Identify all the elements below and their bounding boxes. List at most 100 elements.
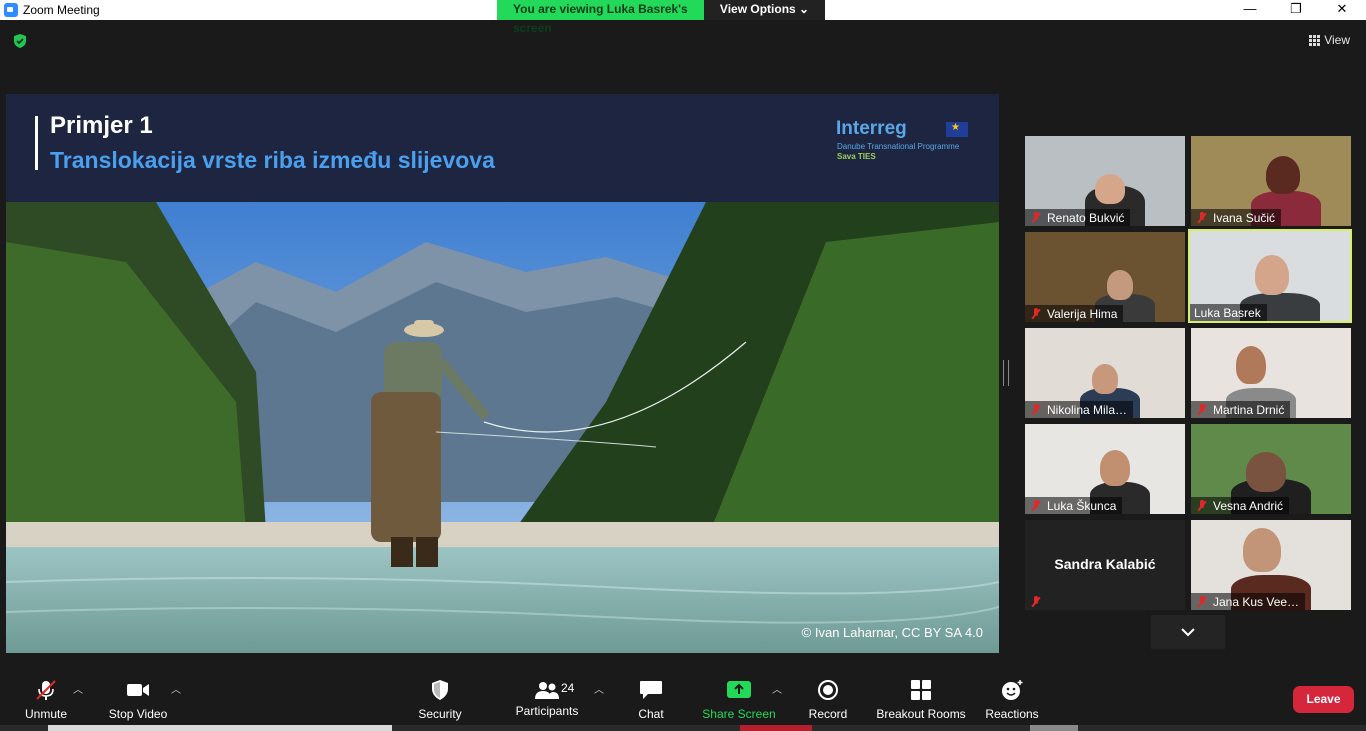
zoom-app-icon	[4, 3, 18, 17]
participant-tile[interactable]: Valerija Hima	[1025, 232, 1185, 322]
window-title-bar: Zoom Meeting You are viewing Luka Basrek…	[0, 0, 1366, 35]
participant-tile-video-off[interactable]: Sandra Kalabić	[1025, 520, 1185, 610]
reactions-smiley-icon	[1002, 680, 1023, 700]
video-face	[1255, 255, 1289, 295]
slide-photo-fly-fishing: © Ivan Laharnar, CC BY SA 4.0	[6, 202, 999, 653]
title-accent-bar	[35, 116, 38, 170]
video-face	[1243, 528, 1281, 572]
mic-muted-icon	[1029, 595, 1043, 609]
tile-name-bar	[1025, 593, 1049, 610]
participant-name: Vesna Andrić	[1213, 498, 1284, 513]
participant-tile[interactable]: Nikolina Mila…	[1025, 328, 1185, 418]
gallery-next-page-button[interactable]	[1151, 615, 1225, 649]
security-button[interactable]: Security	[414, 673, 466, 723]
unmute-button[interactable]: Unmute	[18, 673, 74, 723]
mic-muted-icon	[1029, 403, 1043, 417]
meeting-toolbar: Unmute ︿ Stop Video ︿ Security 24 Partic…	[0, 667, 1366, 725]
chat-label: Chat	[638, 707, 664, 721]
shared-screen: Primjer 1 Translokacija vrste riba izmeđ…	[6, 94, 999, 653]
record-icon	[818, 680, 838, 700]
participant-name: Ivana Sučić	[1213, 210, 1276, 225]
chat-button[interactable]: Chat	[630, 673, 672, 723]
tile-name-bar: Nikolina Mila…	[1025, 401, 1134, 418]
logo-programme: Danube Transnational Programme	[837, 142, 960, 151]
video-options-caret-icon[interactable]: ︿	[171, 681, 181, 696]
grid-icon	[1309, 35, 1321, 46]
video-face	[1266, 156, 1300, 194]
participant-name: Luka Basrek	[1194, 305, 1261, 320]
participant-tile[interactable]: Martina Drnić	[1191, 328, 1351, 418]
tile-name-bar: Luka Basrek	[1190, 304, 1267, 321]
mic-muted-icon	[1029, 211, 1043, 225]
video-face	[1100, 450, 1130, 486]
record-button[interactable]: Record	[806, 673, 850, 723]
participant-name: Renato Bukvić	[1047, 210, 1125, 225]
participant-tile[interactable]: Vesna Andrić	[1191, 424, 1351, 514]
participant-name: Luka Škunca	[1047, 498, 1117, 513]
security-shield-icon	[432, 680, 448, 700]
minimize-button[interactable]: —	[1227, 0, 1273, 20]
participant-tile-active-speaker[interactable]: Luka Basrek	[1188, 229, 1352, 323]
breakout-rooms-button[interactable]: Breakout Rooms	[875, 673, 967, 723]
share-screen-button[interactable]: Share Screen	[702, 673, 776, 723]
eu-flag-icon	[946, 122, 968, 137]
taskbar-segment	[48, 725, 392, 731]
viewing-banner-text: You are viewing Luka Basrek's screen	[497, 0, 704, 35]
tile-name-bar: Valerija Hima	[1025, 305, 1124, 322]
tile-name-bar: Renato Bukvić	[1025, 209, 1131, 226]
chat-bubble-icon	[640, 681, 662, 699]
audio-options-caret-icon[interactable]: ︿	[73, 681, 83, 696]
breakout-rooms-icon	[911, 680, 931, 700]
mic-muted-icon	[1195, 211, 1209, 225]
reactions-button[interactable]: Reactions	[984, 673, 1040, 723]
view-label: View	[1324, 33, 1350, 47]
video-face	[1107, 270, 1133, 300]
tile-name-bar: Vesna Andrić	[1191, 497, 1290, 514]
mic-muted-icon	[1029, 307, 1043, 321]
security-label: Security	[418, 707, 462, 721]
participants-button[interactable]: 24 Participants	[513, 673, 581, 723]
record-label: Record	[808, 707, 848, 721]
participants-label: Participants	[515, 704, 579, 718]
participants-options-caret-icon[interactable]: ︿	[594, 681, 604, 696]
close-button[interactable]: ✕	[1319, 0, 1365, 20]
chevron-down-icon	[1181, 628, 1195, 637]
participant-tile[interactable]: Ivana Sučić	[1191, 136, 1351, 226]
view-button[interactable]: View	[1309, 33, 1350, 47]
splitter-handle[interactable]	[1003, 360, 1009, 386]
taskbar-segment	[740, 725, 812, 731]
participant-tile[interactable]: Renato Bukvić	[1025, 136, 1185, 226]
view-options-button[interactable]: View Options ⌄	[704, 0, 825, 20]
interreg-logo: Interreg Danube Transnational Programme …	[836, 116, 976, 172]
participants-count: 24	[561, 681, 575, 695]
participant-name: Nikolina Mila…	[1047, 402, 1128, 417]
breakout-rooms-label: Breakout Rooms	[876, 707, 966, 721]
slide-subtitle: Translokacija vrste riba između slijevov…	[50, 147, 495, 173]
river-landscape-image	[6, 202, 999, 653]
encryption-shield-icon[interactable]	[12, 33, 28, 49]
participant-tile[interactable]: Luka Škunca	[1025, 424, 1185, 514]
share-screen-arrow-icon	[727, 681, 751, 698]
taskbar-strip	[0, 725, 1366, 731]
mic-muted-icon	[36, 680, 56, 700]
slide-header: Primjer 1 Translokacija vrste riba izmeđ…	[6, 94, 999, 202]
reactions-label: Reactions	[985, 707, 1039, 721]
video-face	[1092, 364, 1118, 394]
stop-video-button[interactable]: Stop Video	[104, 673, 172, 723]
participant-display-name: Sandra Kalabić	[1054, 556, 1156, 572]
video-camera-icon	[127, 684, 149, 696]
maximize-button[interactable]: ❐	[1273, 0, 1319, 20]
taskbar-segment	[1030, 725, 1078, 731]
share-options-caret-icon[interactable]: ︿	[772, 681, 782, 696]
screen-share-banner: You are viewing Luka Basrek's screen Vie…	[497, 0, 825, 35]
video-face	[1095, 174, 1125, 204]
share-screen-label: Share Screen	[702, 707, 776, 721]
mic-muted-icon	[1195, 595, 1209, 609]
participant-tile[interactable]: Jana Kus Vee…	[1191, 520, 1351, 610]
mic-muted-icon	[1195, 403, 1209, 417]
unmute-label: Unmute	[24, 707, 68, 721]
logo-project: Sava TIES	[837, 152, 876, 161]
stop-video-label: Stop Video	[108, 707, 168, 721]
leave-button[interactable]: Leave	[1293, 686, 1354, 713]
tile-name-bar: Martina Drnić	[1191, 401, 1291, 418]
